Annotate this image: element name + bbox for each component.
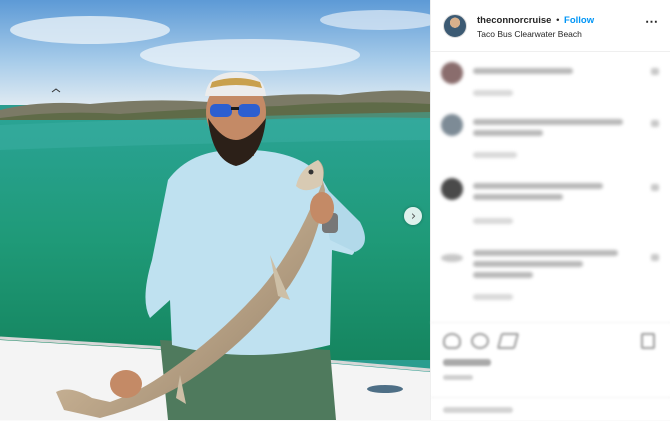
avatar <box>441 178 463 200</box>
post-timestamp <box>443 375 473 380</box>
comment-icon[interactable] <box>471 333 489 349</box>
heart-icon <box>651 120 659 127</box>
add-comment-field[interactable] <box>431 397 670 421</box>
comments-list-blurred <box>431 52 670 322</box>
username-link[interactable]: theconnorcruise <box>477 15 551 26</box>
fishing-photo-image <box>0 0 430 420</box>
post-header: theconnorcruise • Follow Taco Bus Clearw… <box>431 0 670 52</box>
heart-icon <box>651 254 659 261</box>
more-options-icon[interactable]: ⋯ <box>645 14 658 30</box>
user-line: theconnorcruise • Follow <box>477 15 594 26</box>
heart-icon <box>651 184 659 191</box>
heart-icon[interactable] <box>443 333 461 349</box>
instagram-post: › theconnorcruise • Follow Taco Bus Clea… <box>0 0 670 420</box>
separator-dot: • <box>556 15 560 26</box>
heart-icon <box>651 68 659 75</box>
post-side-panel: theconnorcruise • Follow Taco Bus Clearw… <box>430 0 670 420</box>
chevron-right-icon: › <box>410 208 417 224</box>
location-link[interactable]: Taco Bus Clearwater Beach <box>477 29 582 39</box>
avatar <box>441 254 463 262</box>
avatar <box>441 62 463 84</box>
share-icon[interactable] <box>496 333 520 349</box>
avatar[interactable] <box>443 14 467 38</box>
next-photo-button[interactable]: › <box>404 207 422 225</box>
bookmark-icon[interactable] <box>641 333 655 349</box>
follow-button[interactable]: Follow <box>564 15 594 26</box>
post-actions <box>431 322 670 420</box>
likes-count[interactable] <box>443 359 491 366</box>
avatar <box>441 114 463 136</box>
post-photo[interactable]: › <box>0 0 430 420</box>
